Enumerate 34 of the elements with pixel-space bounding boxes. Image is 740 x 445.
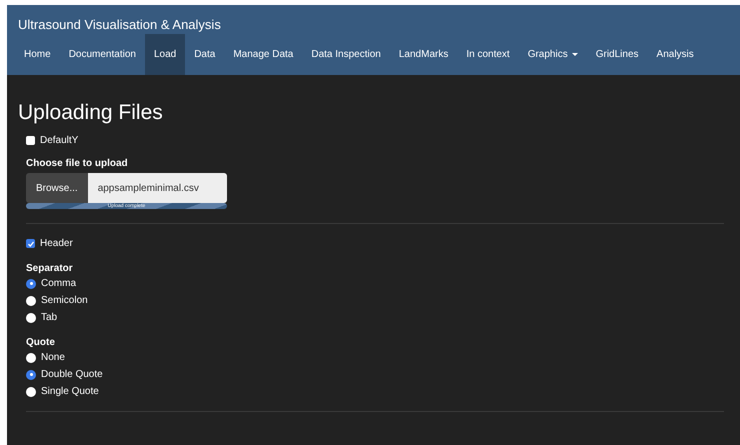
nav-tab[interactable]: Graphics [518, 34, 587, 75]
radio-button[interactable] [26, 352, 36, 362]
nav-tab[interactable]: GridLines [586, 34, 648, 75]
radio-label[interactable]: Double Quote [41, 369, 103, 380]
radio-label[interactable]: Semicolon [41, 295, 88, 306]
nav-tab[interactable]: Analysis [648, 34, 703, 75]
radio-button[interactable] [26, 278, 36, 288]
radio-button[interactable] [26, 370, 36, 380]
checkbox-label[interactable]: Header [40, 238, 73, 249]
checkbox[interactable] [26, 136, 35, 145]
nav-tab[interactable]: Documentation [60, 34, 145, 75]
checkbox-label[interactable]: DefaultY [40, 135, 78, 146]
group-label: Separator [26, 263, 73, 274]
nav-tab[interactable]: In context [457, 34, 519, 75]
nav-tab[interactable]: LandMarks [390, 34, 458, 75]
nav-tab[interactable]: Manage Data [224, 34, 302, 75]
radio-button[interactable] [26, 296, 36, 306]
group-label: Quote [26, 337, 55, 348]
nav-tab[interactable]: Home [15, 34, 60, 75]
nav-tab[interactable]: Data Inspection [302, 34, 390, 75]
app-title: Ultrasound Visualisation & Analysis [17, 16, 222, 33]
nav-tab[interactable]: Load [144, 34, 186, 75]
browse-button[interactable]: Browse... [26, 173, 88, 203]
radio-label[interactable]: Single Quote [41, 386, 99, 397]
radio-label[interactable]: None [41, 352, 65, 363]
radio-button[interactable] [26, 312, 36, 322]
file-name-field[interactable]: appsampleminimal.csv [88, 173, 227, 203]
page-heading: Uploading Files [18, 101, 163, 125]
checkbox[interactable] [26, 239, 35, 248]
field-label: Choose file to upload [26, 158, 128, 169]
nav-tab[interactable]: Data [185, 34, 224, 75]
radio-label[interactable]: Comma [41, 278, 76, 289]
radio-button[interactable] [26, 386, 36, 396]
radio-label[interactable]: Tab [41, 312, 58, 323]
